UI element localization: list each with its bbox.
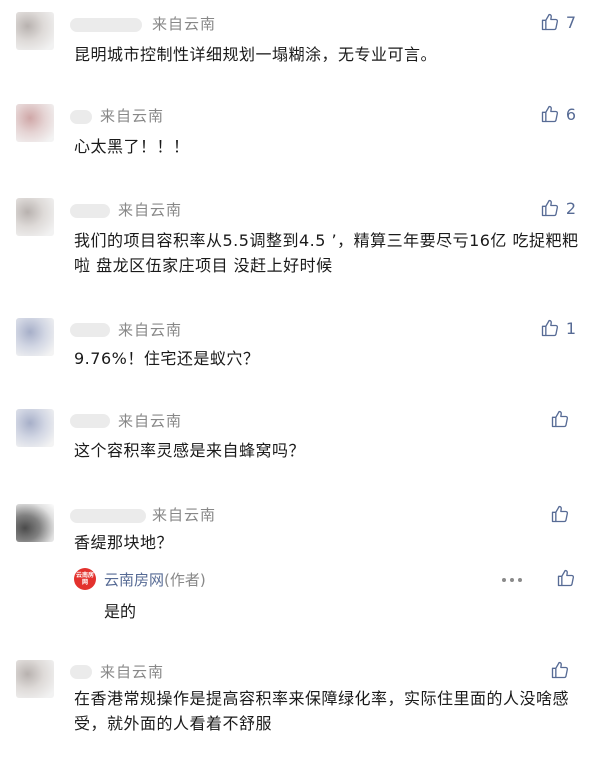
comment-item: 来自云南 1 9.76%！住宅还是蚁穴？: [0, 310, 600, 402]
like-button[interactable]: 1: [540, 318, 576, 338]
like-count: 6: [565, 104, 576, 124]
comment-item: 来自云南 2 我们的项目容积率从5.5调整到4.5 ’，精算三年要尽亏16亿 吃…: [0, 182, 600, 310]
avatar[interactable]: [16, 198, 54, 236]
comment-text: 在香港常规操作是提高容积率来保障绿化率，实际住里面的人没啥感受，就外面的人看着不…: [74, 689, 570, 733]
reply-like-button[interactable]: [556, 568, 576, 588]
comment-source: 来自云南: [100, 663, 165, 681]
avatar[interactable]: [16, 660, 54, 698]
like-count: 2: [565, 198, 576, 218]
like-button[interactable]: 2: [540, 198, 576, 218]
thumbs-up-icon: [541, 105, 558, 123]
username-redacted: [70, 18, 142, 32]
thumbs-up-icon: [541, 319, 558, 337]
username-redacted: [70, 414, 110, 428]
avatar[interactable]: [16, 409, 54, 447]
like-button[interactable]: 7: [540, 12, 576, 32]
comment-text: 这个容积率灵感是来自蜂窝吗？: [74, 441, 306, 460]
avatar[interactable]: [16, 12, 54, 50]
like-button[interactable]: [550, 504, 576, 524]
comment-source: 来自云南: [118, 201, 183, 219]
like-button[interactable]: [550, 660, 576, 680]
thumbs-up-icon: [557, 569, 575, 587]
more-dots-icon: [502, 578, 506, 582]
comment-text: 昆明城市控制性详细规划一塌糊涂，无专业可言。: [74, 45, 438, 64]
comment-source: 来自云南: [152, 506, 217, 524]
avatar[interactable]: [16, 104, 54, 142]
comment-text: 我们的项目容积率从5.5调整到4.5 ’，精算三年要尽亏16亿 吃捉粑粑啦 盘龙…: [74, 231, 579, 275]
username-redacted: [70, 509, 146, 523]
username-redacted: [70, 204, 110, 218]
avatar[interactable]: [16, 504, 54, 542]
thumbs-up-icon: [551, 410, 569, 428]
like-count: 1: [565, 318, 576, 338]
thumbs-up-icon: [541, 199, 558, 217]
comment-text: 9.76%！住宅还是蚁穴？: [74, 349, 260, 368]
thumbs-up-icon: [551, 505, 569, 523]
comment-text: 心太黑了！！！: [74, 137, 190, 156]
author-name[interactable]: 云南房网: [104, 571, 164, 589]
username-redacted: [70, 665, 92, 679]
comment-source: 来自云南: [152, 15, 217, 33]
comment-source: 来自云南: [118, 412, 183, 430]
comment-text: 香缇那块地？: [74, 533, 174, 552]
author-tag: (作者): [164, 571, 206, 589]
like-count: 7: [565, 12, 576, 32]
comment-source: 来自云南: [118, 321, 183, 339]
avatar[interactable]: [16, 318, 54, 356]
thumbs-up-icon: [541, 13, 558, 31]
author-avatar[interactable]: 云南房网: [74, 568, 96, 590]
comment-item: 来自云南 香缇那块地？ 云南房网 云南房网(作者) 是的: [0, 494, 600, 654]
like-button[interactable]: [550, 409, 576, 429]
thumbs-up-icon: [551, 661, 569, 679]
author-reply-header[interactable]: 云南房网(作者): [104, 569, 206, 590]
username-redacted: [70, 323, 110, 337]
username-redacted: [70, 110, 92, 124]
comment-item: 来自云南 这个容积率灵感是来自蜂窝吗？: [0, 402, 600, 494]
comment-item: 来自云南 6 心太黑了！！！: [0, 90, 600, 182]
comment-item: 来自云南 在香港常规操作是提高容积率来保障绿化率，实际住里面的人没啥感受，就外面…: [0, 654, 600, 765]
more-options-button[interactable]: [502, 578, 522, 582]
author-reply-text: 是的: [104, 602, 137, 621]
comment-item: 来自云南 7 昆明城市控制性详细规划一塌糊涂，无专业可言。: [0, 0, 600, 90]
like-button[interactable]: 6: [540, 104, 576, 124]
comment-source: 来自云南: [100, 107, 165, 125]
